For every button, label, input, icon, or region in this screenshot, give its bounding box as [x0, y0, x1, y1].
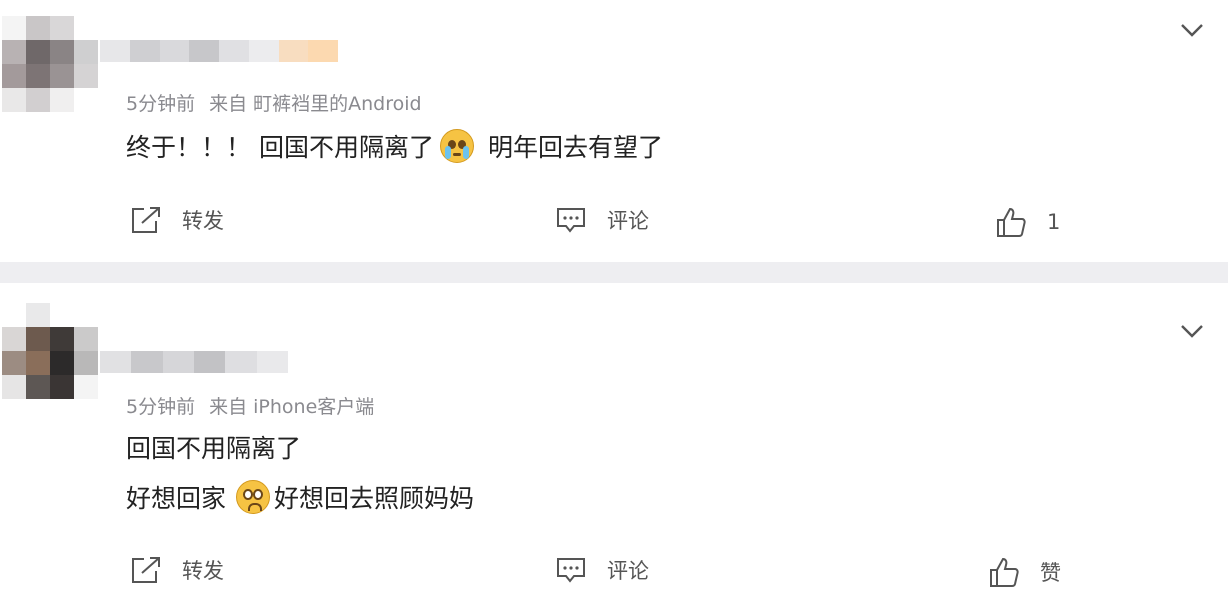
comment-text-segment: 终于！！！ 回国不用隔离了	[126, 133, 434, 162]
timestamp: 5分钟前	[126, 396, 196, 418]
source-link[interactable]: 来自 iPhone客户端	[209, 396, 374, 418]
chevron-down-icon[interactable]	[1180, 22, 1204, 38]
repost-label: 转发	[182, 209, 224, 233]
like-button[interactable]: 赞	[988, 552, 1061, 592]
comment-text-segment: 好想回家	[126, 484, 227, 513]
repost-label: 转发	[182, 559, 224, 583]
comment-text-segment: 好想回去照顾妈妈	[274, 484, 475, 513]
source-link[interactable]: 来自 町裤裆里的Android	[209, 93, 422, 115]
comment-card: 5分钟前 来自 町裤裆里的Android 终于！！！ 回国不用隔离了 明年回去有望…	[0, 0, 1228, 262]
repost-icon	[132, 557, 160, 583]
like-button[interactable]: 1	[995, 202, 1060, 242]
comment-card: 5分钟前 来自 iPhone客户端 回国不用隔离了 好想回家 好想回去照顾妈妈 转…	[0, 283, 1228, 612]
comment-label: 评论	[607, 559, 649, 583]
repost-button[interactable]: 转发	[130, 200, 224, 240]
comment-label: 评论	[607, 209, 649, 233]
loudly-crying-face-icon	[439, 129, 474, 163]
thumbs-up-icon	[997, 207, 1026, 237]
avatar[interactable]	[2, 16, 98, 112]
comment-text: 好想回家 好想回去照顾妈妈	[126, 479, 474, 515]
action-bar: 转发 评论 1	[0, 200, 1228, 240]
timestamp: 5分钟前	[126, 93, 196, 115]
comment-text: 回国不用隔离了	[126, 429, 301, 465]
comment-icon	[557, 208, 585, 233]
comment-meta: 5分钟前 来自 町裤裆里的Android	[126, 89, 422, 116]
username-blurred[interactable]	[100, 40, 338, 62]
like-count: 1	[1047, 210, 1061, 234]
comment-button[interactable]: 评论	[555, 550, 649, 590]
avatar[interactable]	[2, 303, 98, 399]
comment-text-segment: 回国不用隔离了	[126, 434, 302, 463]
comment-button[interactable]: 评论	[555, 200, 649, 240]
username-blurred[interactable]	[100, 351, 288, 373]
like-label: 赞	[1040, 561, 1061, 585]
repost-icon	[132, 207, 160, 233]
comment-text-segment: 明年回去有望了	[487, 133, 663, 162]
pleading-face-icon	[236, 480, 271, 514]
comment-meta: 5分钟前 来自 iPhone客户端	[126, 392, 374, 419]
comment-icon	[557, 558, 585, 583]
chevron-down-icon[interactable]	[1180, 323, 1204, 339]
comment-text: 终于！！！ 回国不用隔离了 明年回去有望了	[126, 128, 663, 164]
thumbs-up-icon	[990, 557, 1019, 587]
action-bar: 转发 评论 赞	[0, 550, 1228, 590]
repost-button[interactable]: 转发	[130, 550, 224, 590]
